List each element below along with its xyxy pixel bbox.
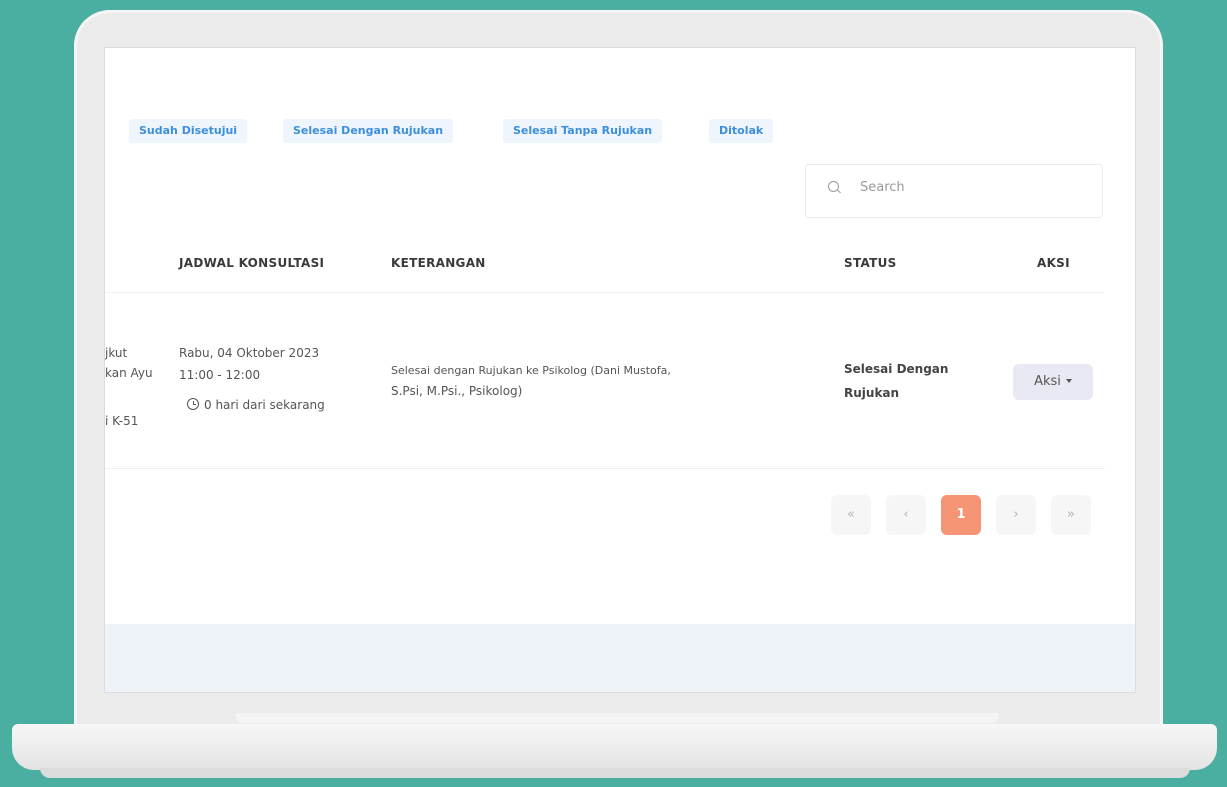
jadwal-relative: 0 hari dari sekarang xyxy=(187,396,325,414)
cell-partial-name-3: i K-51 xyxy=(105,414,139,428)
tab-sudah-disetujui[interactable]: Sudah Disetujui xyxy=(129,119,248,143)
aksi-button-label: Aksi xyxy=(1034,374,1061,389)
cell-partial-name-1: jkut xyxy=(105,346,128,360)
status-line-2: Rujukan xyxy=(844,386,900,400)
header-divider xyxy=(105,292,1105,293)
tab-selesai-dengan-rujukan[interactable]: Selesai Dengan Rujukan xyxy=(283,119,454,143)
tab-selesai-tanpa-rujukan[interactable]: Selesai Tanpa Rujukan xyxy=(503,119,663,143)
laptop-hinge xyxy=(236,713,999,723)
row-divider xyxy=(105,468,1105,469)
aksi-dropdown-button[interactable]: Aksi xyxy=(1013,364,1093,400)
search-input[interactable]: Search xyxy=(805,164,1103,218)
laptop-screen: Sudah Disetujui Selesai Dengan Rujukan S… xyxy=(104,47,1136,693)
tab-ditolak[interactable]: Ditolak xyxy=(709,119,774,143)
clock-icon xyxy=(187,398,199,410)
jadwal-time: 11:00 - 12:00 xyxy=(179,368,261,382)
jadwal-date: Rabu, 04 Oktober 2023 xyxy=(179,346,320,360)
pagination-page-1[interactable]: 1 xyxy=(941,495,981,535)
keterangan-line-1: Selesai dengan Rujukan ke Psikolog (Dani… xyxy=(391,364,671,377)
laptop-base-shadow xyxy=(40,768,1190,778)
pagination-next-button[interactable]: › xyxy=(996,495,1036,535)
cell-partial-name-2: kan Ayu xyxy=(105,366,153,380)
column-header-jadwal: JADWAL KONSULTASI xyxy=(179,256,325,270)
column-header-keterangan: KETERANGAN xyxy=(391,256,486,270)
keterangan-line-2: S.Psi, M.Psi., Psikolog) xyxy=(391,384,523,398)
status-line-1: Selesai Dengan xyxy=(844,362,949,376)
pagination-first-button[interactable]: « xyxy=(831,495,871,535)
footer-band xyxy=(105,624,1135,692)
search-icon xyxy=(828,181,839,192)
pagination-last-button[interactable]: » xyxy=(1051,495,1091,535)
column-header-aksi: AKSI xyxy=(1037,256,1070,270)
pagination-prev-button[interactable]: ‹ xyxy=(886,495,926,535)
caret-down-icon xyxy=(1065,379,1072,383)
jadwal-relative-text: 0 hari dari sekarang xyxy=(204,398,325,412)
column-header-status: STATUS xyxy=(844,256,897,270)
search-placeholder: Search xyxy=(860,180,905,195)
laptop-base xyxy=(12,724,1217,770)
